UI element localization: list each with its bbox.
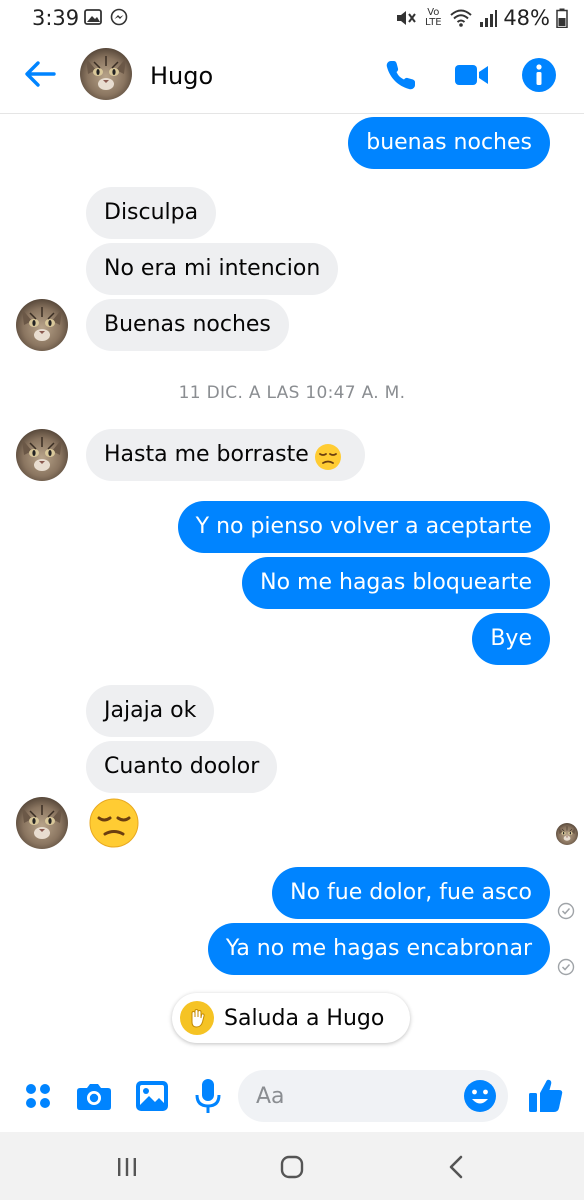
- waving-hand-icon: [180, 1001, 214, 1035]
- contact-name[interactable]: Hugo: [150, 62, 213, 90]
- message-incoming[interactable]: Cuanto doolor: [86, 741, 278, 793]
- chat-header: Hugo: [0, 36, 584, 114]
- status-time: 3:39: [32, 6, 80, 30]
- seen-avatar: [556, 823, 578, 845]
- back-arrow-icon[interactable]: [22, 56, 58, 92]
- sender-avatar[interactable]: [16, 299, 68, 351]
- timestamp-divider: 11 DIC. A LAS 10:47 A. M.: [178, 383, 406, 403]
- message-composer: [0, 1060, 584, 1132]
- message-incoming[interactable]: Disculpa: [86, 187, 217, 239]
- message-text: Hasta me borraste: [104, 442, 309, 467]
- message-incoming[interactable]: Buenas noches: [86, 299, 289, 351]
- messenger-notification-icon: [110, 8, 128, 26]
- signal-icon: [480, 10, 498, 27]
- message-input[interactable]: [238, 1070, 438, 1122]
- message-list[interactable]: buenas noches Disculpa No era mi intenci…: [0, 115, 584, 1055]
- message-outgoing[interactable]: buenas noches: [348, 117, 550, 169]
- message-outgoing[interactable]: Bye: [472, 613, 550, 665]
- contact-avatar[interactable]: [80, 48, 132, 100]
- gallery-notification-icon: [84, 9, 102, 25]
- battery-percent: 48%: [503, 6, 550, 30]
- sender-avatar[interactable]: [16, 797, 68, 849]
- message-incoming[interactable]: Jajaja ok: [86, 685, 215, 737]
- wifi-icon: [450, 9, 472, 27]
- info-icon[interactable]: [520, 56, 558, 94]
- microphone-icon[interactable]: [188, 1076, 228, 1116]
- message-outgoing[interactable]: Ya no me hagas encabronar: [207, 923, 550, 975]
- message-incoming[interactable]: No era mi intencion: [86, 243, 339, 295]
- emoji-icon[interactable]: [462, 1078, 498, 1114]
- gallery-icon[interactable]: [132, 1076, 172, 1116]
- battery-icon: [556, 8, 568, 28]
- video-camera-icon[interactable]: [452, 56, 490, 94]
- recent-apps-icon[interactable]: [112, 1152, 142, 1182]
- sender-avatar[interactable]: [16, 429, 68, 481]
- message-input-container: [238, 1070, 508, 1122]
- more-apps-icon[interactable]: [18, 1076, 58, 1116]
- back-nav-icon[interactable]: [442, 1152, 472, 1182]
- pensive-face-icon[interactable]: [88, 797, 140, 849]
- android-nav-bar: [0, 1132, 584, 1200]
- volte-label: Vo LTE: [425, 7, 442, 28]
- mute-icon: [397, 11, 417, 25]
- sent-check-icon: [557, 958, 575, 976]
- phone-icon[interactable]: [382, 56, 420, 94]
- message-outgoing[interactable]: No me hagas bloquearte: [242, 557, 550, 609]
- home-icon[interactable]: [277, 1152, 307, 1182]
- message-outgoing[interactable]: Y no pienso volver a aceptarte: [177, 501, 550, 553]
- like-icon[interactable]: [526, 1076, 566, 1116]
- message-outgoing[interactable]: No fue dolor, fue asco: [272, 867, 550, 919]
- status-bar: 3:39 Vo LTE 48%: [0, 0, 584, 36]
- wave-prompt-label: Saluda a Hugo: [224, 1005, 385, 1031]
- status-right: Vo LTE 48%: [395, 6, 568, 30]
- wave-prompt-button[interactable]: Saluda a Hugo: [172, 993, 410, 1043]
- sent-check-icon: [557, 902, 575, 920]
- pensive-face-icon: [315, 444, 341, 470]
- camera-icon[interactable]: [74, 1076, 114, 1116]
